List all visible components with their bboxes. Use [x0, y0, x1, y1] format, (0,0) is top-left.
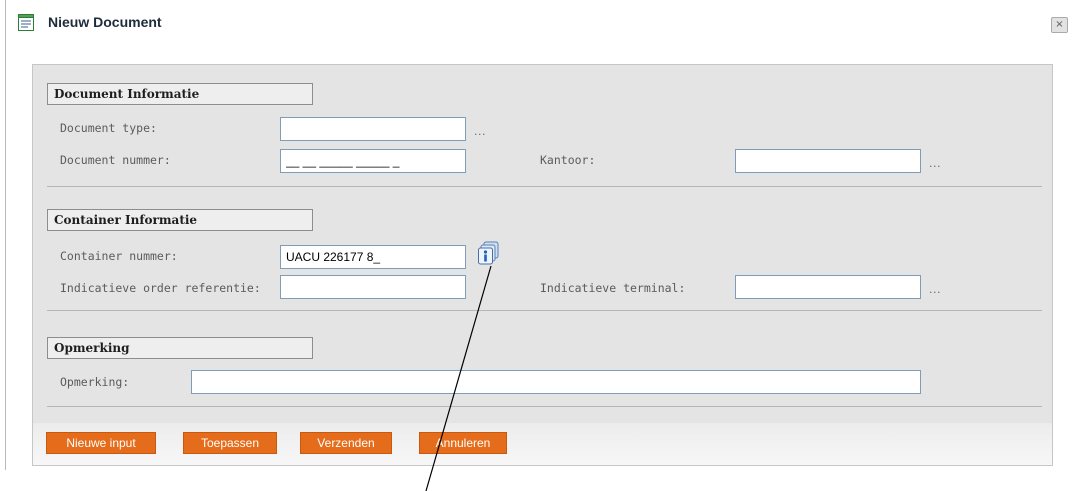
annotation-pointer-line [425, 265, 492, 491]
